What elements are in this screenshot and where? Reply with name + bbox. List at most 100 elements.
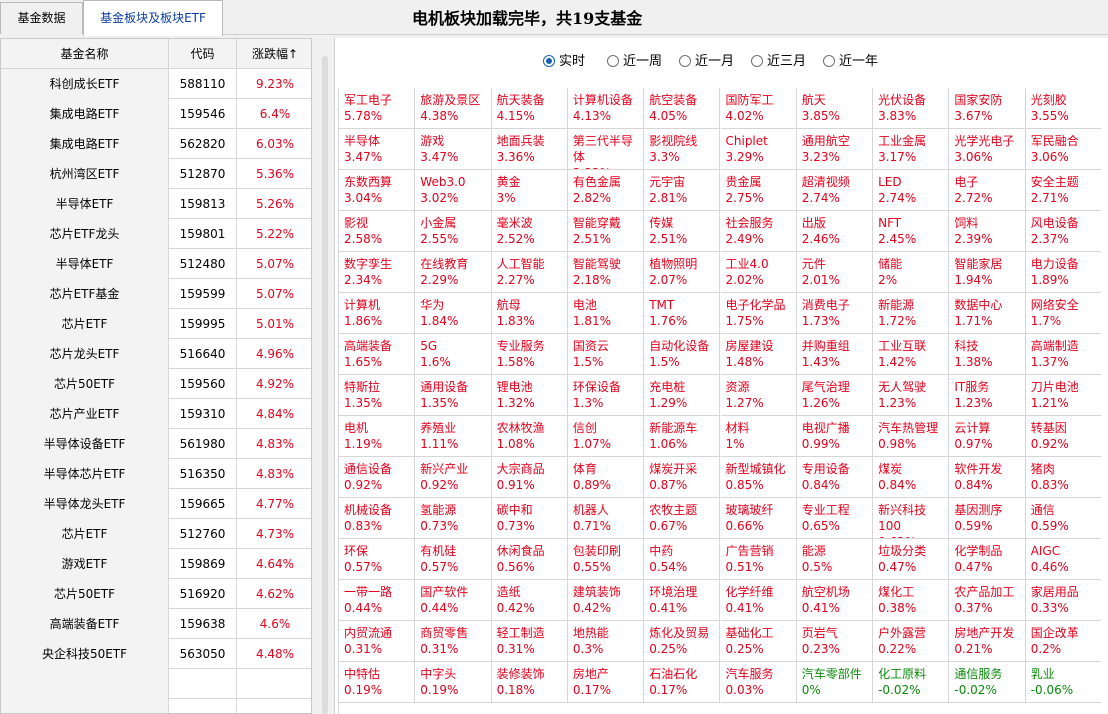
table-row[interactable]: 半导体ETF 159813 5.26% <box>1 189 311 219</box>
sector-cell[interactable]: 国资云 1.5% <box>567 334 645 375</box>
sector-cell[interactable]: 国产软件 0.44% <box>415 580 492 621</box>
sector-cell[interactable]: IT服务 1.23% <box>949 375 1026 416</box>
sector-cell[interactable]: 新能源车 1.06% <box>644 416 721 457</box>
sector-cell[interactable]: Web3.0 3.02% <box>415 170 492 211</box>
sector-cell[interactable]: 高端制造 1.37% <box>1025 334 1101 375</box>
table-row[interactable]: 芯片产业ETF 159310 4.84% <box>1 399 311 429</box>
sector-cell[interactable]: 出版 2.46% <box>796 211 874 252</box>
sector-cell[interactable]: 光学光电子 3.06% <box>949 129 1026 170</box>
sector-cell[interactable]: 煤化工 0.38% <box>873 580 950 621</box>
sector-cell[interactable]: 中药 0.54% <box>644 539 721 580</box>
sector-cell[interactable]: 商贸零售 0.31% <box>415 621 492 662</box>
table-row[interactable]: 芯片ETF 512760 4.73% <box>1 519 311 549</box>
sector-cell[interactable]: 新兴科技1000.62% <box>873 498 950 539</box>
sector-cell[interactable]: 机械设备 0.83% <box>339 498 416 539</box>
sector-cell[interactable]: 专业服务 1.58% <box>491 334 568 375</box>
sector-cell[interactable]: 猪肉 0.83% <box>1025 457 1101 498</box>
sector-cell[interactable]: Chiplet 3.29% <box>720 129 797 170</box>
tab-fund-data[interactable]: 基金数据 <box>0 2 83 34</box>
sector-cell[interactable]: 广告营销 0.51% <box>720 539 797 580</box>
sector-cell[interactable]: 计算机设备 4.13% <box>567 88 645 129</box>
sector-cell[interactable]: 消费电子 1.73% <box>796 293 874 334</box>
sector-cell[interactable]: 电子化学品 1.75% <box>720 293 797 334</box>
table-row[interactable]: 芯片50ETF 516920 4.62% <box>1 579 311 609</box>
sector-cell[interactable]: 5G 1.6% <box>415 334 492 375</box>
sector-cell[interactable]: 安全主题 2.71% <box>1025 170 1101 211</box>
sector-cell[interactable]: 地面兵装 3.36% <box>491 129 568 170</box>
sector-cell[interactable]: 数字孪生 2.34% <box>339 252 416 293</box>
radio-period-0[interactable]: 实时 <box>543 52 585 72</box>
sector-cell[interactable]: 在线教育 2.29% <box>415 252 492 293</box>
sector-cell[interactable]: 社会服务 2.49% <box>720 211 797 252</box>
sector-cell[interactable]: 大宗商品 0.91% <box>491 457 568 498</box>
table-row[interactable]: 半导体ETF 512480 5.07% <box>1 249 311 279</box>
header-code[interactable]: 代码 <box>169 39 237 69</box>
sector-cell[interactable]: 光刻胶 3.55% <box>1025 88 1101 129</box>
table-row[interactable]: 芯片50ETF 159560 4.92% <box>1 369 311 399</box>
sector-cell[interactable]: 基因测序 0.59% <box>949 498 1026 539</box>
sector-cell[interactable]: 造纸 0.42% <box>491 580 568 621</box>
sector-cell[interactable]: TMT 1.76% <box>644 293 721 334</box>
sector-cell[interactable]: 电力设备 1.89% <box>1025 252 1101 293</box>
sector-cell[interactable]: 通信服务 -0.02% <box>949 662 1026 703</box>
sector-cell[interactable]: 高端装备 1.65% <box>339 334 416 375</box>
sector-cell[interactable]: 通用航空 3.23% <box>796 129 874 170</box>
table-row[interactable]: 高端装备ETF 159638 4.6% <box>1 609 311 639</box>
sector-cell[interactable]: 化学制品 0.47% <box>949 539 1026 580</box>
sector-cell[interactable]: NFT 2.45% <box>873 211 950 252</box>
sector-cell[interactable]: 锂电池 1.32% <box>491 375 568 416</box>
sector-cell[interactable]: 新型城镇化 0.85% <box>720 457 797 498</box>
sector-cell[interactable]: 智能家居 1.94% <box>949 252 1026 293</box>
sector-cell[interactable]: 数据中心 1.71% <box>949 293 1026 334</box>
sector-cell[interactable]: 养殖业 1.11% <box>415 416 492 457</box>
sector-cell[interactable]: 中字头 0.19% <box>415 662 492 703</box>
sector-cell[interactable]: 通用设备 1.35% <box>415 375 492 416</box>
table-row[interactable]: 央企科技50ETF 563050 4.48% <box>1 639 311 669</box>
sector-cell[interactable]: 环保设备 1.3% <box>567 375 645 416</box>
sector-cell[interactable]: 煤炭开采 0.87% <box>644 457 721 498</box>
table-row[interactable]: 芯片ETF 159995 5.01% <box>1 309 311 339</box>
sector-cell[interactable]: 特斯拉 1.35% <box>339 375 416 416</box>
sector-cell[interactable]: 自动化设备 1.5% <box>644 334 721 375</box>
sector-cell[interactable]: 影视 2.58% <box>339 211 416 252</box>
sector-cell[interactable]: 环境治理 0.41% <box>644 580 721 621</box>
sector-cell[interactable]: 材料 1% <box>720 416 797 457</box>
sector-cell[interactable]: 房屋建设 1.48% <box>720 334 797 375</box>
sector-cell[interactable]: 半导体 3.47% <box>339 129 416 170</box>
sector-cell[interactable]: 玻璃玻纤 0.66% <box>720 498 797 539</box>
sector-cell[interactable]: 传媒 2.51% <box>644 211 721 252</box>
sector-cell[interactable]: 科技 1.38% <box>949 334 1026 375</box>
sector-cell[interactable]: 有机硅 0.57% <box>415 539 492 580</box>
sector-cell[interactable]: 贵金属 2.75% <box>720 170 797 211</box>
sector-cell[interactable]: 体育 0.89% <box>567 457 645 498</box>
sector-cell[interactable]: 农林牧渔 1.08% <box>491 416 568 457</box>
sector-cell[interactable]: 元件 2.01% <box>796 252 874 293</box>
sector-cell[interactable]: 房地产 0.17% <box>567 662 645 703</box>
sector-cell[interactable]: 电子 2.72% <box>949 170 1026 211</box>
sector-cell[interactable]: 并购重组 1.43% <box>796 334 874 375</box>
sector-cell[interactable]: 建筑装饰 0.42% <box>567 580 645 621</box>
sector-cell[interactable]: 能源 0.5% <box>796 539 874 580</box>
sector-cell[interactable]: 影视院线 3.3% <box>644 129 721 170</box>
sector-cell[interactable]: 黄金 3% <box>491 170 568 211</box>
sector-cell[interactable]: 电机 1.19% <box>339 416 416 457</box>
table-row[interactable]: 半导体龙头ETF 159665 4.77% <box>1 489 311 519</box>
sector-cell[interactable]: 通信设备 0.92% <box>339 457 416 498</box>
sector-cell[interactable]: 氢能源 0.73% <box>415 498 492 539</box>
sector-cell[interactable]: 航天装备 4.15% <box>491 88 568 129</box>
sector-cell[interactable]: 转基因 0.92% <box>1025 416 1101 457</box>
sector-cell[interactable]: 休闲食品 0.56% <box>491 539 568 580</box>
sector-cell[interactable]: 饲料 2.39% <box>949 211 1026 252</box>
sector-cell[interactable]: 机器人 0.71% <box>567 498 645 539</box>
sector-cell[interactable]: 国防军工 4.02% <box>720 88 797 129</box>
sector-cell[interactable]: 乳业 -0.06% <box>1025 662 1101 703</box>
sector-cell[interactable]: 农牧主题 0.67% <box>644 498 721 539</box>
sector-cell[interactable]: 智能穿戴 2.51% <box>567 211 645 252</box>
sector-cell[interactable]: 工业4.0 2.02% <box>720 252 797 293</box>
sector-cell[interactable]: 储能 2% <box>873 252 950 293</box>
sector-cell[interactable]: 毫米波 2.52% <box>491 211 568 252</box>
sector-cell[interactable]: 垃圾分类 0.47% <box>873 539 950 580</box>
sector-cell[interactable]: 包装印刷 0.55% <box>567 539 645 580</box>
table-row[interactable]: 科创成长ETF 588110 9.23% <box>1 69 311 99</box>
sector-cell[interactable]: 充电桩 1.29% <box>644 375 721 416</box>
